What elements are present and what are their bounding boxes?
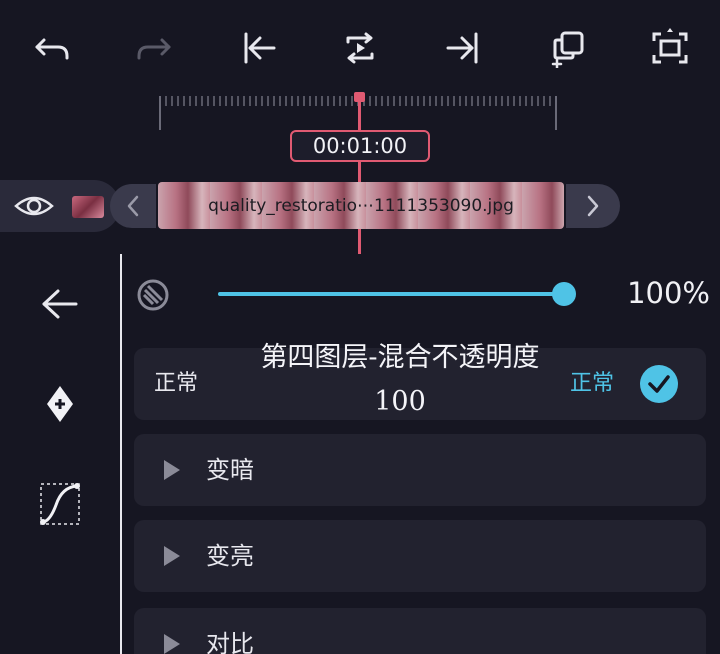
blend-mode-normal-label: 正常 bbox=[154, 371, 199, 396]
opacity-icon bbox=[137, 279, 169, 311]
undo-icon bbox=[35, 38, 69, 60]
loop-play-button[interactable] bbox=[334, 22, 386, 74]
add-keyframe-button[interactable] bbox=[30, 374, 90, 434]
clip-name: quality_restoratio⋯1111353090.jpg bbox=[208, 195, 514, 216]
arrow-left-icon bbox=[42, 289, 78, 319]
loop-play-icon bbox=[346, 32, 374, 64]
timeline-clip[interactable]: quality_restoratio⋯1111353090.jpg bbox=[158, 182, 564, 229]
blend-group-contrast[interactable]: 对比 bbox=[134, 608, 706, 654]
expand-triangle-icon bbox=[164, 546, 180, 566]
blend-group-label: 对比 bbox=[206, 630, 254, 654]
blend-group-darken[interactable]: 变暗 bbox=[134, 434, 706, 506]
opacity-value: 100% bbox=[627, 276, 710, 310]
blend-group-label: 变暗 bbox=[206, 456, 254, 484]
overlay-title: 第四图层-混合不透明度 bbox=[260, 342, 540, 373]
chevron-right-icon bbox=[587, 195, 599, 217]
bezier-curve-icon bbox=[40, 483, 80, 525]
check-icon bbox=[640, 365, 678, 403]
curve-button[interactable] bbox=[30, 474, 90, 534]
blend-group-label: 变亮 bbox=[206, 542, 254, 570]
redo-icon bbox=[137, 38, 171, 60]
overlay-value: 100 bbox=[374, 386, 426, 417]
top-toolbar bbox=[0, 0, 720, 96]
keyframe-add-icon bbox=[47, 386, 73, 422]
back-button[interactable] bbox=[30, 274, 90, 334]
track-thumbnail bbox=[72, 196, 104, 218]
clip-next-button[interactable] bbox=[566, 184, 620, 228]
blend-group-lighten[interactable]: 变亮 bbox=[134, 520, 706, 592]
jump-to-end-button[interactable] bbox=[438, 22, 490, 74]
playhead[interactable] bbox=[358, 94, 361, 254]
jump-to-start-icon bbox=[244, 32, 276, 64]
jump-to-end-icon bbox=[446, 32, 478, 64]
expand-triangle-icon bbox=[164, 634, 180, 654]
eye-icon[interactable] bbox=[14, 192, 54, 220]
add-copy-icon bbox=[551, 31, 584, 68]
fullscreen-button[interactable] bbox=[644, 22, 696, 74]
chevron-left-icon bbox=[127, 195, 139, 217]
fullscreen-icon bbox=[652, 28, 688, 64]
redo-button[interactable] bbox=[128, 22, 180, 74]
opacity-slider-track[interactable] bbox=[218, 292, 564, 296]
add-copy-button[interactable] bbox=[542, 22, 594, 74]
expand-triangle-icon bbox=[164, 460, 180, 480]
undo-button[interactable] bbox=[26, 22, 78, 74]
timecode-display: 00:01:00 bbox=[290, 130, 430, 162]
jump-to-start-button[interactable] bbox=[232, 22, 284, 74]
clip-prev-button[interactable] bbox=[110, 184, 156, 228]
opacity-slider-knob[interactable] bbox=[552, 282, 576, 306]
